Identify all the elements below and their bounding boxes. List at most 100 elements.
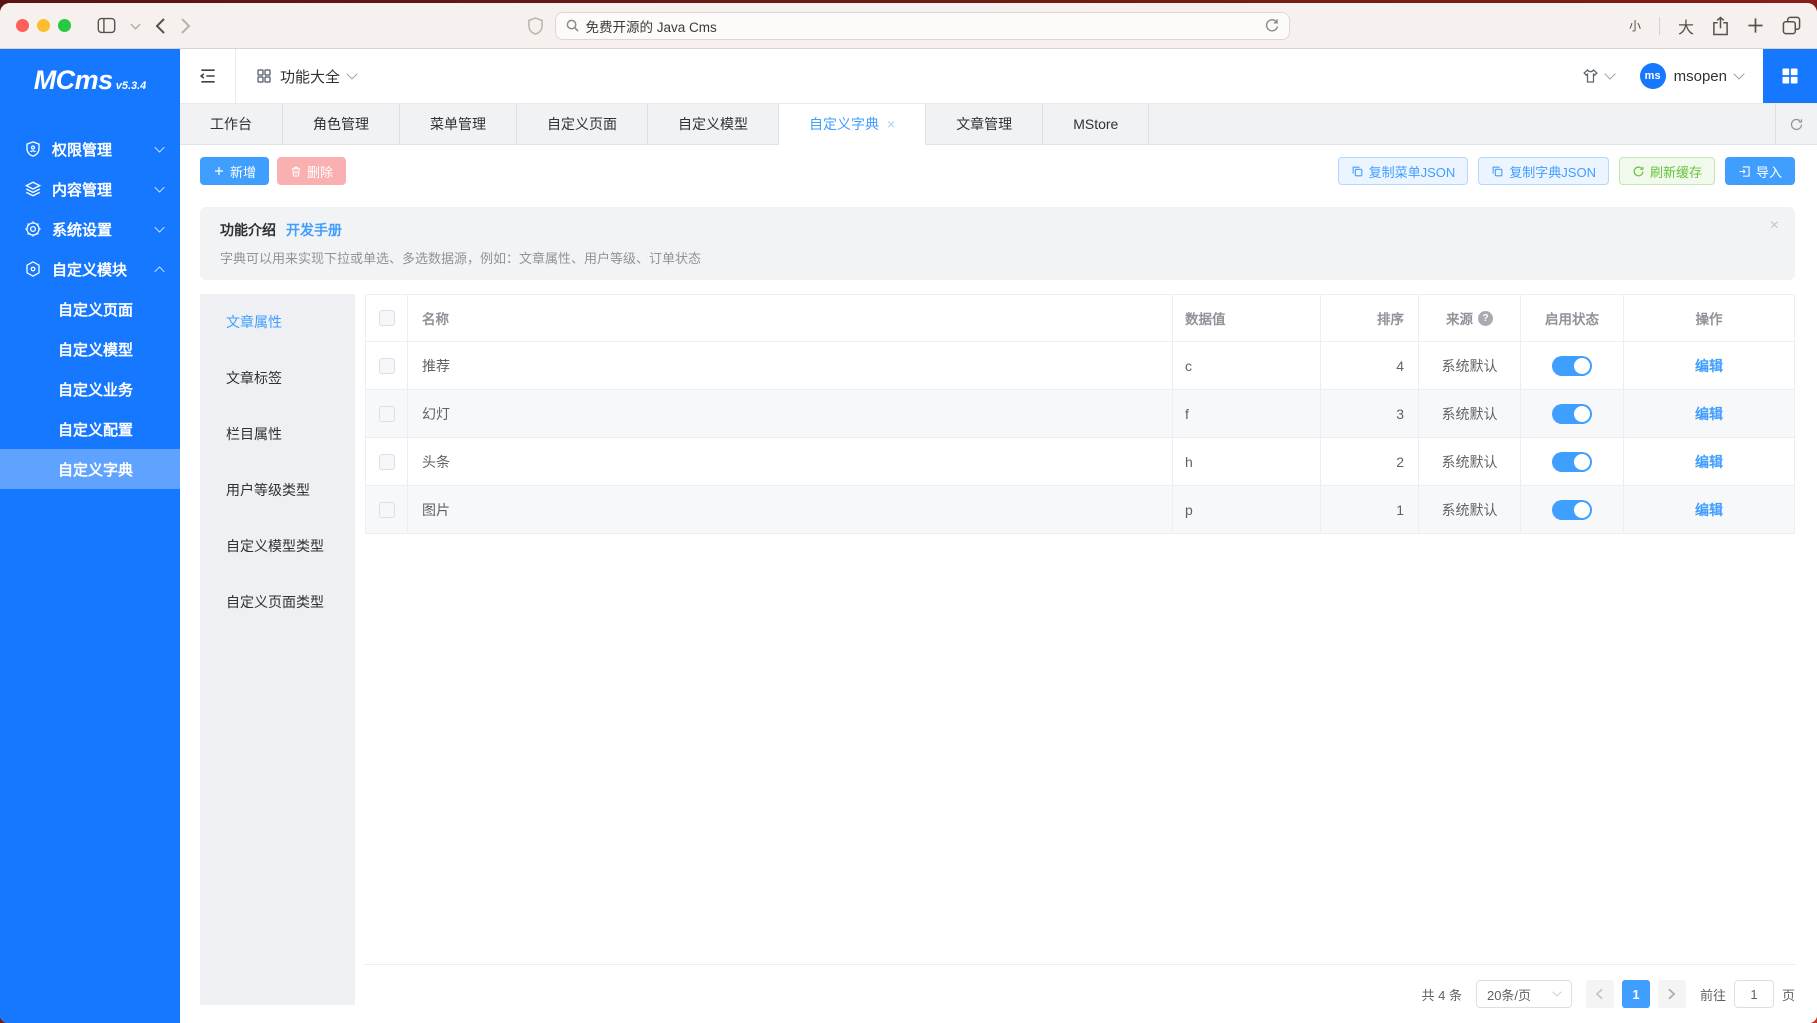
sidebar-subitem-custom-config[interactable]: 自定义配置	[0, 409, 180, 449]
total-count: 共 4 条	[1422, 985, 1462, 1004]
reload-icon[interactable]	[1265, 18, 1279, 33]
back-button[interactable]	[155, 17, 166, 35]
row-checkbox[interactable]	[379, 358, 395, 374]
copy-menu-json-label: 复制菜单JSON	[1369, 162, 1456, 181]
goto-page-input[interactable]	[1734, 980, 1774, 1008]
edit-link[interactable]: 编辑	[1695, 452, 1723, 472]
close-icon[interactable]: ×	[887, 117, 895, 131]
dict-table: 名称 数据值 排序 来源 ? 启用状态 操作	[365, 294, 1795, 534]
user-dropdown[interactable]: ms msopen	[1640, 63, 1743, 89]
dict-nav-item-article-tag[interactable]: 文章标签	[200, 350, 355, 406]
tab-custom-page[interactable]: 自定义页面	[517, 104, 648, 144]
row-checkbox[interactable]	[379, 454, 395, 470]
sidebar-item-custom-module[interactable]: 自定义模块	[0, 249, 180, 289]
feature-banner: 功能介绍 开发手册 字典可以用来实现下拉或单选、多选数据源，例如：文章属性、用户…	[200, 207, 1795, 280]
dict-nav-item-column-attr[interactable]: 栏目属性	[200, 406, 355, 462]
dict-nav-item-custom-model-type[interactable]: 自定义模型类型	[200, 518, 355, 574]
app-menu-dropdown[interactable]: 功能大全	[236, 66, 376, 87]
sidebar-toggle-icon[interactable]	[97, 17, 116, 34]
next-page-button[interactable]	[1658, 980, 1686, 1008]
enable-toggle[interactable]	[1552, 500, 1592, 520]
chrome-divider	[1659, 17, 1660, 35]
tab-overview-icon[interactable]	[1782, 16, 1801, 35]
cell-source: 系统默认	[1442, 404, 1498, 424]
enable-toggle[interactable]	[1552, 452, 1592, 472]
cell-sort: 4	[1396, 358, 1404, 374]
tab-custom-model[interactable]: 自定义模型	[648, 104, 779, 144]
add-button[interactable]: 新增	[200, 157, 269, 185]
enable-toggle[interactable]	[1552, 356, 1592, 376]
tab-label: MStore	[1073, 116, 1118, 132]
chevron-down-icon	[1604, 68, 1615, 79]
close-icon[interactable]: ×	[1770, 217, 1779, 235]
cell-name: 图片	[422, 500, 450, 520]
tab-custom-dict[interactable]: 自定义字典 ×	[779, 104, 926, 145]
share-icon[interactable]	[1712, 16, 1729, 36]
apps-grid-button[interactable]	[1763, 49, 1817, 103]
zoom-window-button[interactable]	[58, 19, 71, 32]
sidebar-subitem-label: 自定义字典	[58, 459, 133, 480]
sidebar-subitem-custom-dict[interactable]: 自定义字典	[0, 449, 180, 489]
sidebar-item-content[interactable]: 内容管理	[0, 169, 180, 209]
trash-icon	[290, 165, 302, 178]
app-sidebar: MCms v5.3.4 权限管理 内容管理	[0, 49, 180, 1023]
sidebar-subitem-label: 自定义模型	[58, 339, 133, 360]
tab-article-mgmt[interactable]: 文章管理	[926, 104, 1043, 144]
col-header-action: 操作	[1696, 308, 1723, 328]
text-larger-button[interactable]: 大	[1678, 14, 1694, 38]
import-button[interactable]: 导入	[1725, 157, 1795, 185]
sidebar-fold-button[interactable]	[180, 49, 236, 103]
sidebar-item-label: 权限管理	[52, 139, 145, 160]
cell-name: 推荐	[422, 356, 450, 376]
col-header-status: 启用状态	[1545, 308, 1599, 328]
tab-mstore[interactable]: MStore	[1043, 104, 1149, 144]
privacy-shield-icon[interactable]	[528, 17, 543, 35]
sidebar-item-system[interactable]: 系统设置	[0, 209, 180, 249]
minimize-window-button[interactable]	[37, 19, 50, 32]
forward-button[interactable]	[180, 17, 191, 35]
tab-role-mgmt[interactable]: 角色管理	[283, 104, 400, 144]
close-window-button[interactable]	[16, 19, 29, 32]
page-size-select[interactable]: 20条/页	[1476, 980, 1572, 1008]
topbar: 功能大全 ms msopen	[180, 49, 1817, 103]
sidebar-subitem-custom-business[interactable]: 自定义业务	[0, 369, 180, 409]
sidebar-item-permission[interactable]: 权限管理	[0, 129, 180, 169]
sidebar-subitem-custom-page[interactable]: 自定义页面	[0, 289, 180, 329]
shield-user-icon	[24, 140, 42, 158]
row-checkbox[interactable]	[379, 502, 395, 518]
question-circle-icon[interactable]: ?	[1478, 311, 1493, 326]
prev-page-button[interactable]	[1586, 980, 1614, 1008]
cell-name: 幻灯	[422, 404, 450, 424]
dict-nav-item-custom-page-type[interactable]: 自定义页面类型	[200, 574, 355, 630]
tab-workbench[interactable]: 工作台	[180, 104, 283, 144]
sidebar-chevron-icon[interactable]	[130, 22, 141, 30]
dev-manual-link[interactable]: 开发手册	[286, 220, 342, 240]
delete-button[interactable]: 删除	[277, 157, 346, 185]
current-page-button[interactable]: 1	[1622, 980, 1650, 1008]
table-row: 推荐 c 4 系统默认 编辑	[366, 342, 1795, 390]
sidebar-subitem-custom-model[interactable]: 自定义模型	[0, 329, 180, 369]
address-bar[interactable]	[555, 12, 1290, 40]
row-checkbox[interactable]	[379, 406, 395, 422]
edit-link[interactable]: 编辑	[1695, 356, 1723, 376]
select-all-checkbox[interactable]	[379, 310, 395, 326]
edit-link[interactable]: 编辑	[1695, 500, 1723, 520]
enable-toggle[interactable]	[1552, 404, 1592, 424]
edit-link[interactable]: 编辑	[1695, 404, 1723, 424]
theme-dropdown[interactable]	[1581, 67, 1614, 85]
copy-menu-json-button[interactable]: 复制菜单JSON	[1338, 157, 1469, 185]
dict-nav-item-article-attr[interactable]: 文章属性	[200, 294, 355, 350]
new-tab-icon[interactable]	[1747, 17, 1764, 34]
chevron-up-icon	[154, 266, 164, 276]
url-input[interactable]	[586, 18, 1258, 33]
page-tabbar: 工作台 角色管理 菜单管理 自定义页面 自定义模型 自定义字典 × 文章管理 M…	[180, 103, 1817, 145]
tab-menu-mgmt[interactable]: 菜单管理	[400, 104, 517, 144]
browser-chrome: 小 大	[0, 3, 1817, 49]
tab-label: 角色管理	[313, 114, 369, 134]
copy-dict-json-button[interactable]: 复制字典JSON	[1478, 157, 1609, 185]
text-smaller-button[interactable]: 小	[1629, 17, 1641, 34]
dict-nav-item-user-level[interactable]: 用户等级类型	[200, 462, 355, 518]
refresh-cache-button[interactable]: 刷新缓存	[1619, 157, 1715, 185]
refresh-tab-button[interactable]	[1775, 104, 1817, 144]
goto-label: 前往	[1700, 985, 1726, 1004]
